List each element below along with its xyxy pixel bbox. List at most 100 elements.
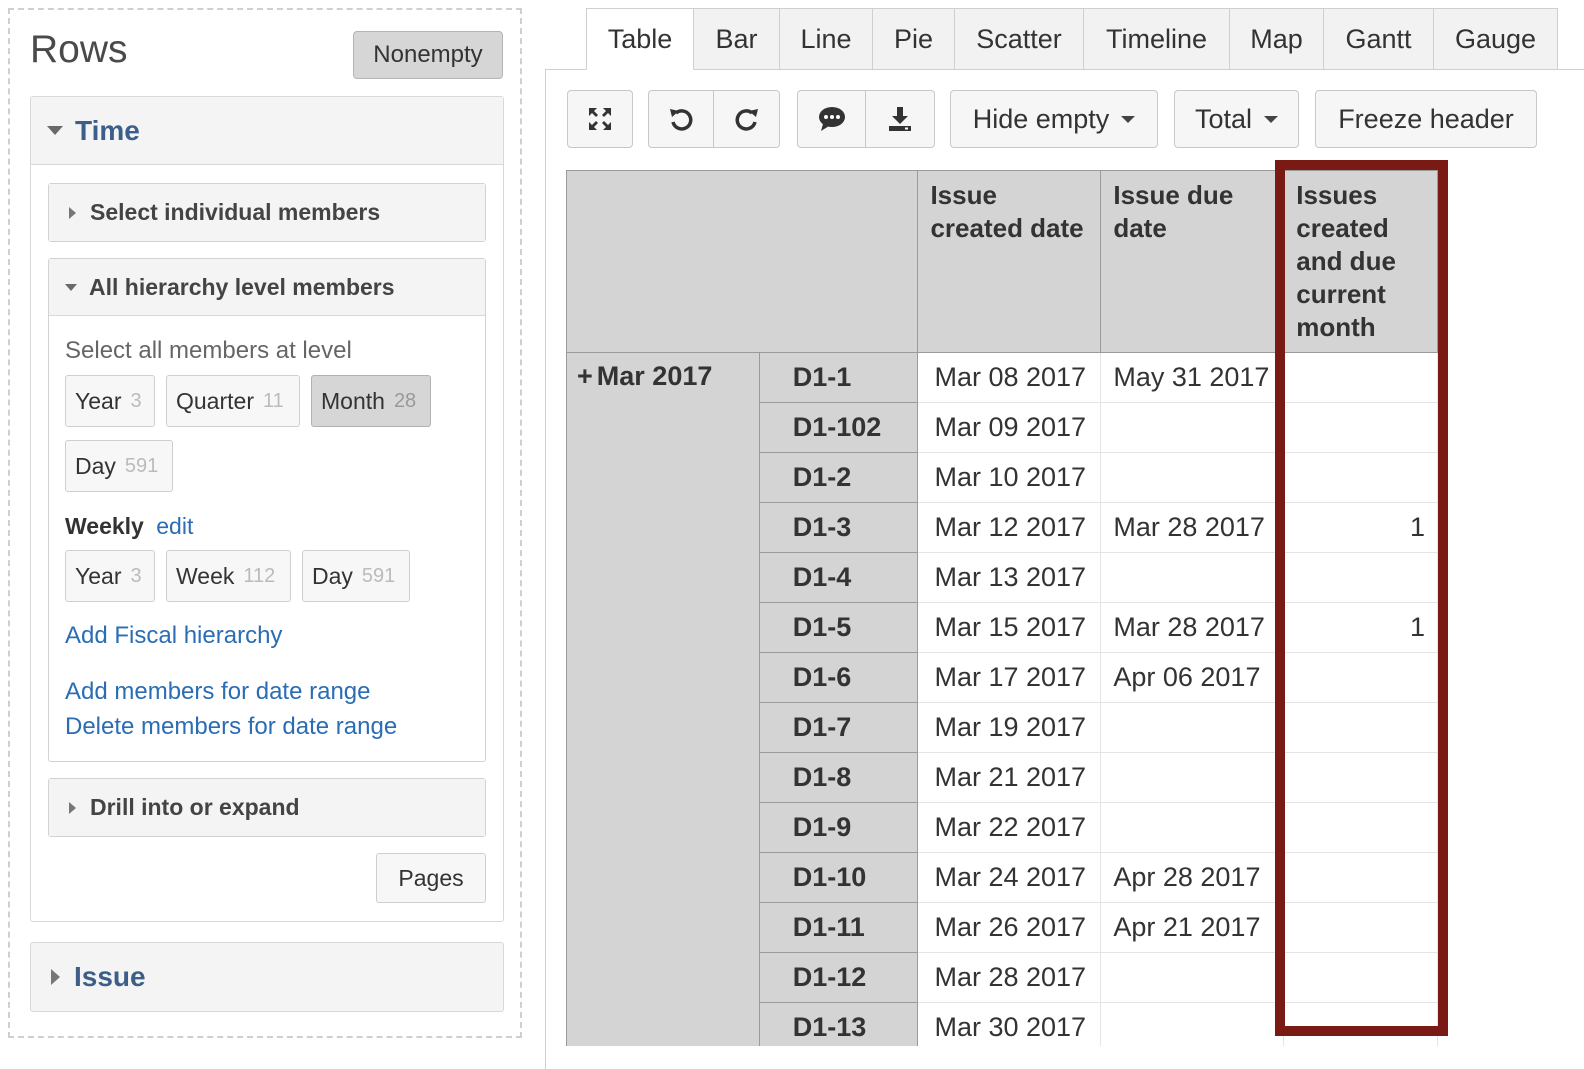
redo-icon [735, 109, 758, 131]
due-date-cell: Mar 28 2017 [1100, 602, 1285, 653]
pages-button[interactable]: Pages [376, 853, 486, 903]
issue-row-header[interactable]: D1-1 [758, 352, 919, 403]
issue-row-header[interactable]: D1-102 [758, 402, 919, 453]
total-dropdown[interactable]: Total [1174, 90, 1299, 148]
drill-header[interactable]: Drill into or expand [49, 779, 485, 836]
weekly-day-button[interactable]: Day 591 [302, 550, 410, 602]
tab-line[interactable]: Line [780, 8, 873, 70]
created-date-cell: Mar 28 2017 [917, 952, 1102, 1003]
created-date-cell: Mar 19 2017 [917, 702, 1102, 753]
issue-row-header[interactable]: D1-2 [758, 452, 919, 503]
issue-row-header[interactable]: D1-12 [758, 952, 919, 1003]
issue-row-header[interactable]: D1-10 [758, 852, 919, 903]
undo-button[interactable] [648, 90, 714, 148]
issue-row-header[interactable]: D1-8 [758, 752, 919, 803]
add-fiscal-hierarchy-link[interactable]: Add Fiscal hierarchy [65, 622, 282, 650]
freeze-header-button[interactable]: Freeze header [1315, 90, 1537, 148]
column-header-current-month[interactable]: Issues created and due current month [1283, 170, 1438, 353]
chart-type-tabs: Table Bar Line Pie Scatter Timeline Map … [586, 8, 1558, 70]
add-members-date-range-link[interactable]: Add members for date range [65, 678, 371, 706]
tab-table[interactable]: Table [586, 8, 694, 70]
nonempty-button[interactable]: Nonempty [353, 31, 503, 79]
created-date-cell: Mar 21 2017 [917, 752, 1102, 803]
month-row-header[interactable]: + Mar 2017 [566, 352, 760, 1046]
weekly-title: Weekly [65, 513, 144, 539]
current-month-value-cell [1283, 452, 1438, 503]
download-icon [889, 107, 911, 131]
level-day-button[interactable]: Day 591 [65, 440, 173, 492]
level-month-button[interactable]: Month 28 [311, 375, 431, 427]
tab-pie[interactable]: Pie [873, 8, 955, 70]
weekly-week-button[interactable]: Week 112 [166, 550, 291, 602]
current-month-value-cell [1283, 802, 1438, 853]
issue-section-header[interactable]: Issue [30, 942, 504, 1012]
drill-label: Drill into or expand [90, 794, 300, 820]
expand-plus-icon[interactable]: + [577, 361, 593, 391]
month-label: Mar 2017 [596, 361, 713, 391]
rows-panel: Rows Nonempty Time Select individual mem… [8, 8, 522, 1038]
issue-row-header[interactable]: D1-6 [758, 652, 919, 703]
download-button[interactable] [866, 90, 935, 148]
created-date-cell: Mar 15 2017 [917, 602, 1102, 653]
time-section: Time Select individual members All hiera… [30, 96, 504, 922]
tab-gauge[interactable]: Gauge [1434, 8, 1558, 70]
level-year-button[interactable]: Year 3 [65, 375, 155, 427]
comment-download-group [797, 90, 935, 148]
redo-button[interactable] [714, 90, 780, 148]
created-date-cell: Mar 17 2017 [917, 652, 1102, 703]
tab-scatter[interactable]: Scatter [955, 8, 1084, 70]
caret-down-icon [65, 283, 77, 291]
created-date-cell: Mar 09 2017 [917, 402, 1102, 453]
column-header-due[interactable]: Issue due date [1100, 170, 1285, 353]
level-label: Year [75, 387, 122, 414]
undo-redo-group [648, 90, 780, 148]
issue-row-header[interactable]: D1-5 [758, 602, 919, 653]
tab-gantt[interactable]: Gantt [1324, 8, 1434, 70]
level-quarter-button[interactable]: Quarter 11 [166, 375, 300, 427]
due-date-cell: Mar 28 2017 [1100, 502, 1285, 553]
weekly-label: Weekly edit [65, 513, 193, 540]
report-table: Issue created date Issue due date Issues… [566, 170, 1438, 1046]
due-date-cell [1100, 1002, 1285, 1046]
level-label: Year [75, 562, 122, 589]
current-month-value-cell [1283, 652, 1438, 703]
hide-empty-dropdown[interactable]: Hide empty [950, 90, 1158, 148]
issue-row-header[interactable]: D1-3 [758, 502, 919, 553]
tab-bar[interactable]: Bar [694, 8, 780, 70]
delete-members-date-range-link[interactable]: Delete members for date range [65, 713, 397, 741]
hide-empty-label: Hide empty [972, 103, 1110, 134]
level-label: Day [75, 452, 116, 479]
current-month-value-cell [1283, 752, 1438, 803]
created-date-cell: Mar 12 2017 [917, 502, 1102, 553]
fullscreen-group [567, 90, 633, 148]
issue-row-header[interactable]: D1-13 [758, 1002, 919, 1046]
time-section-header[interactable]: Time [31, 97, 503, 165]
issue-row-header[interactable]: D1-4 [758, 552, 919, 603]
column-header-created[interactable]: Issue created date [917, 170, 1102, 353]
level-count: 591 [124, 454, 159, 477]
current-month-value-cell [1283, 552, 1438, 603]
tab-timeline[interactable]: Timeline [1084, 8, 1230, 70]
select-individual-members-header[interactable]: Select individual members [49, 184, 485, 241]
current-month-value-cell [1283, 852, 1438, 903]
fullscreen-button[interactable] [567, 90, 633, 148]
due-date-cell [1100, 452, 1285, 503]
weekly-edit-link[interactable]: edit [156, 513, 193, 539]
chevron-down-icon [1121, 115, 1136, 123]
issue-row-header[interactable]: D1-11 [758, 902, 919, 953]
all-hierarchy-header[interactable]: All hierarchy level members [49, 259, 485, 316]
all-hierarchy-box: All hierarchy level members Select all m… [48, 258, 486, 762]
drill-box: Drill into or expand [48, 778, 486, 837]
tab-map[interactable]: Map [1230, 8, 1324, 70]
level-count: 11 [262, 389, 284, 412]
comment-button[interactable] [797, 90, 866, 148]
due-date-cell: Apr 21 2017 [1100, 902, 1285, 953]
fullscreen-icon [589, 108, 611, 130]
weekly-year-button[interactable]: Year 3 [65, 550, 155, 602]
total-group: Total [1174, 90, 1299, 148]
all-hierarchy-label: All hierarchy level members [89, 273, 395, 300]
current-month-value-cell: 1 [1283, 502, 1438, 553]
issue-row-header[interactable]: D1-7 [758, 702, 919, 753]
issue-row-header[interactable]: D1-9 [758, 802, 919, 853]
due-date-cell [1100, 402, 1285, 453]
